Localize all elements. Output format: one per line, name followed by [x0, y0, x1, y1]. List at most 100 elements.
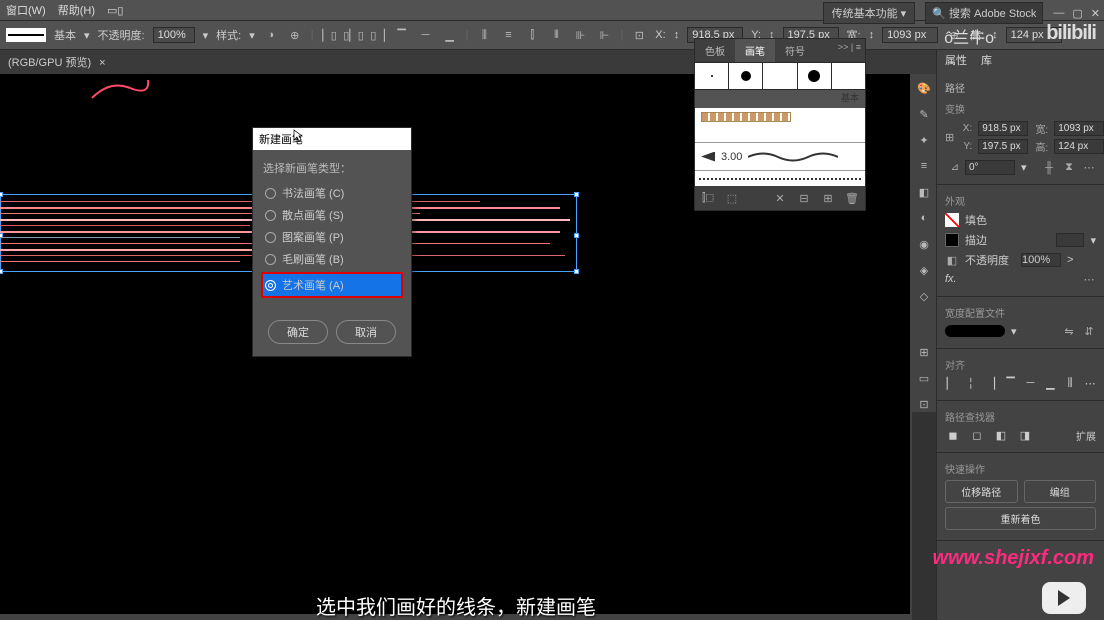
globe-icon[interactable]: ⊕: [287, 27, 303, 43]
brush-size[interactable]: 3.00: [721, 151, 742, 163]
radio-art[interactable]: 艺术画笔 (A): [261, 272, 403, 298]
options-icon[interactable]: ⊟: [797, 191, 811, 205]
radio-scatter[interactable]: 散点画笔 (S): [263, 204, 401, 226]
al3[interactable]: ▕: [985, 376, 997, 390]
prop-x[interactable]: [978, 121, 1028, 136]
fill-swatch[interactable]: [945, 213, 959, 227]
more-icon[interactable]: ⊡: [916, 396, 932, 412]
align-t-icon[interactable]: ▔: [394, 27, 410, 43]
graphic-styles-icon[interactable]: ◈: [916, 262, 932, 278]
radio-bristle[interactable]: 毛刷画笔 (B): [263, 248, 401, 270]
menu-help[interactable]: 帮助(H): [58, 2, 95, 18]
align-l-icon[interactable]: ▏▯: [322, 27, 338, 43]
angle-input[interactable]: [965, 160, 1015, 175]
basic-label[interactable]: 基本: [54, 27, 76, 43]
pf-minus[interactable]: ◻: [969, 428, 985, 442]
dist-s2-icon[interactable]: ⊩: [596, 27, 612, 43]
menu-window[interactable]: 窗口(W): [6, 2, 46, 18]
radio-calligraphy[interactable]: 书法画笔 (C): [263, 182, 401, 204]
align-b-icon[interactable]: ▁: [442, 27, 458, 43]
flip2-icon[interactable]: ⇵: [1082, 324, 1096, 338]
prop-w[interactable]: [1054, 121, 1104, 136]
offset-path-button[interactable]: 位移路径: [945, 480, 1018, 503]
transparency-icon[interactable]: ◐: [916, 210, 932, 226]
align-c-icon[interactable]: ▯▏▯: [346, 27, 362, 43]
brushes-panel[interactable]: 色板 画笔 符号 >> | ≡ 基本 3.00 ⫿⬚ ⬚ ✕ ⊟ ⊞ 🗑: [694, 38, 866, 211]
opacity-input[interactable]: [153, 27, 195, 43]
group-button[interactable]: 编组: [1024, 480, 1097, 503]
tab-symbols[interactable]: 符号: [775, 39, 815, 62]
al7[interactable]: ⫼: [1064, 376, 1076, 390]
width-profile-sel[interactable]: [945, 325, 1005, 337]
flip-h-icon[interactable]: ╫: [1042, 161, 1056, 175]
al5[interactable]: ─: [1025, 376, 1037, 390]
ref-point-icon[interactable]: ⊞: [945, 131, 954, 145]
lib-icon[interactable]: ⫿⬚: [701, 191, 715, 205]
workspace-dropdown[interactable]: 传统基本功能 ▾: [823, 2, 916, 24]
brush-dashes[interactable]: [695, 170, 865, 186]
recolor-button[interactable]: 重新着色: [945, 507, 1096, 530]
al4[interactable]: ▔: [1005, 376, 1017, 390]
close-icon[interactable]: ✕: [1091, 7, 1100, 20]
prop-y[interactable]: [978, 139, 1028, 154]
play-button[interactable]: [1042, 582, 1086, 614]
pf-exclude[interactable]: ◨: [1017, 428, 1033, 442]
prop-opacity[interactable]: [1021, 253, 1061, 267]
transform-icon[interactable]: ⊡: [631, 27, 647, 43]
tab-swatches[interactable]: 色板: [695, 39, 735, 62]
al6[interactable]: ▁: [1044, 376, 1056, 390]
align-m-icon[interactable]: ─: [418, 27, 434, 43]
tab-brushes[interactable]: 画笔: [735, 39, 775, 62]
tab-properties[interactable]: 属性: [945, 52, 967, 68]
stroke-weight[interactable]: [1056, 233, 1084, 247]
brush-pattern-preview[interactable]: [695, 108, 865, 142]
symbols-icon[interactable]: ✦: [916, 132, 932, 148]
layers-icon[interactable]: ◇: [916, 288, 932, 304]
brushes-icon[interactable]: ✎: [916, 106, 932, 122]
brush-thumbs[interactable]: [695, 63, 865, 90]
radio-pattern[interactable]: 图案画笔 (P): [263, 226, 401, 248]
maximize-icon[interactable]: ▢: [1072, 7, 1082, 20]
flip-v-icon[interactable]: ⧗: [1062, 161, 1076, 175]
stroke-icon[interactable]: ≡: [916, 158, 932, 174]
ok-button[interactable]: 确定: [268, 320, 328, 344]
appearance-icon[interactable]: ◉: [916, 236, 932, 252]
search-box[interactable]: 🔍 搜索 Adobe Stock: [925, 2, 1043, 24]
new-brush-icon[interactable]: ⊞: [821, 191, 835, 205]
al1[interactable]: ▏: [945, 376, 957, 390]
trash-icon[interactable]: 🗑: [845, 191, 859, 205]
remove-stroke-icon[interactable]: ✕: [773, 191, 787, 205]
gradient-icon[interactable]: ◧: [916, 184, 932, 200]
flip1-icon[interactable]: ⇋: [1062, 324, 1076, 338]
pf-unite[interactable]: ◼: [945, 428, 961, 442]
stroke-preview[interactable]: [6, 28, 46, 42]
lib2-icon[interactable]: ⬚: [725, 191, 739, 205]
tab-close-icon[interactable]: ×: [99, 57, 105, 69]
color-icon[interactable]: 🎨: [916, 80, 932, 96]
al2[interactable]: ╎: [965, 376, 977, 390]
align-r-icon[interactable]: ▯▕: [370, 27, 386, 43]
minimize-icon[interactable]: —: [1053, 7, 1064, 20]
stroke-swatch[interactable]: [945, 233, 959, 247]
document-tab[interactable]: (RGB/GPU 预览)×: [8, 54, 106, 70]
brush-stroke-row[interactable]: 3.00: [695, 142, 865, 170]
artboards-icon[interactable]: ▭: [916, 370, 932, 386]
tab-libraries[interactable]: 库: [981, 52, 992, 68]
recolor-icon[interactable]: ◑: [263, 27, 279, 43]
cancel-button[interactable]: 取消: [336, 320, 396, 344]
dist-s1-icon[interactable]: ⊪: [572, 27, 588, 43]
pf-intersect[interactable]: ◧: [993, 428, 1009, 442]
pf-expand[interactable]: 扩展: [1076, 428, 1096, 442]
dist-v2-icon[interactable]: ⦀: [548, 27, 564, 43]
panel-collapse-icon[interactable]: >> | ≡: [838, 42, 861, 52]
prop-h[interactable]: [1054, 139, 1104, 154]
w-input[interactable]: [882, 27, 938, 43]
dist-h2-icon[interactable]: ⫿: [524, 27, 540, 43]
dist-h-icon[interactable]: ⫼: [476, 27, 492, 43]
dist-v-icon[interactable]: ≡: [500, 27, 516, 43]
menu-arrange-icon[interactable]: ▭▯: [107, 4, 123, 17]
more-opts-icon[interactable]: ⋯: [1082, 161, 1096, 175]
al-more[interactable]: ⋯: [1084, 376, 1096, 390]
asset-icon[interactable]: ⊞: [916, 344, 932, 360]
fx-more-icon[interactable]: ⋯: [1082, 272, 1096, 286]
